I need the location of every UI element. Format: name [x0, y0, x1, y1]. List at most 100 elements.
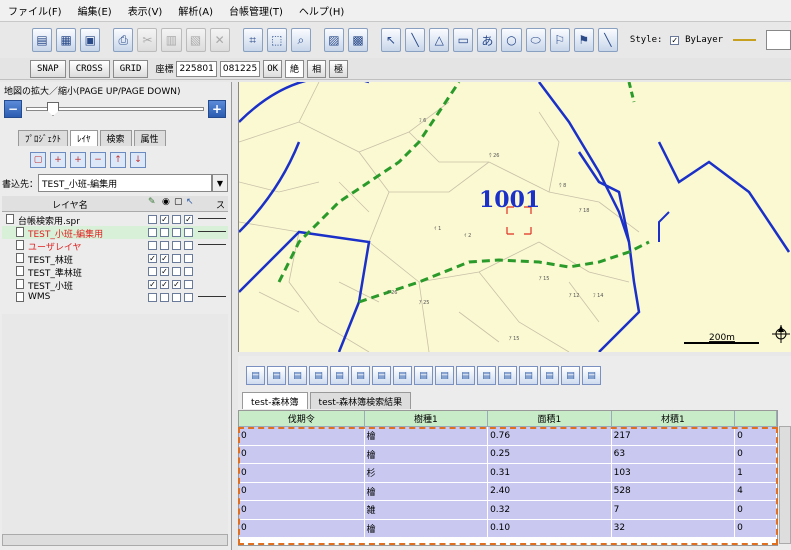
add-record-icon[interactable]: ▤: [414, 366, 433, 385]
export-icon[interactable]: ▤: [372, 366, 391, 385]
layer-checkbox[interactable]: [148, 267, 157, 276]
select-all-icon[interactable]: ▤: [309, 366, 328, 385]
pennant-tool-icon[interactable]: ⚑: [573, 28, 594, 52]
layer-checkbox[interactable]: [172, 254, 181, 263]
leader-tool-icon[interactable]: ╲: [597, 28, 618, 52]
copy-icon[interactable]: ▥: [161, 28, 182, 52]
line-tool-icon[interactable]: ╲: [405, 28, 426, 52]
line-style-preview[interactable]: [733, 39, 757, 41]
layer-checkbox[interactable]: [148, 241, 157, 250]
chevron-down-icon[interactable]: ▼: [212, 174, 228, 192]
map-canvas[interactable]: ﾌ 6 ｳ 26 ｳ 8 ｲ 1 ｲ 2 ｱ 15 ｱ 12 ｱ 26 ｱ 25…: [238, 82, 791, 352]
chart-icon[interactable]: ▤: [351, 366, 370, 385]
layer-checkbox[interactable]: ✓: [148, 254, 157, 263]
layer-checkbox[interactable]: ✓: [172, 280, 181, 289]
polygon-tool-icon[interactable]: △: [429, 28, 450, 52]
col-rotation-age[interactable]: 伐期令: [239, 411, 365, 427]
tab-forest-register[interactable]: test-森林簿: [242, 392, 308, 409]
refresh-icon[interactable]: ▤: [540, 366, 559, 385]
rect-tool-icon[interactable]: ▭: [453, 28, 474, 52]
zoom-extent-icon[interactable]: ⌗: [242, 28, 263, 52]
zoom-window-icon[interactable]: ⬚: [266, 28, 287, 52]
table-icon[interactable]: ▤: [330, 366, 349, 385]
sort-desc-icon[interactable]: ▤: [498, 366, 517, 385]
menu-file[interactable]: ファイル(F): [8, 3, 62, 18]
zoom-out-icon[interactable]: −: [4, 100, 22, 118]
polar-button[interactable]: 極: [329, 59, 349, 78]
zoom-next-icon[interactable]: ▤: [288, 366, 307, 385]
circle-tool-icon[interactable]: ○: [501, 28, 522, 52]
layer-checkbox[interactable]: [160, 241, 169, 250]
relative-button[interactable]: 相: [307, 59, 327, 78]
layer-row[interactable]: ユーザレイヤ: [2, 239, 228, 253]
zoom-to-icon[interactable]: ▤: [246, 366, 265, 385]
col-species[interactable]: 樹種1: [364, 411, 489, 427]
tab-search[interactable]: 検索: [99, 130, 132, 146]
edit-icon[interactable]: ▤: [393, 366, 412, 385]
delete-record-icon[interactable]: ▤: [435, 366, 454, 385]
layer-checkbox[interactable]: [184, 228, 193, 237]
layer-checkbox[interactable]: [172, 293, 181, 302]
layer-checkbox[interactable]: [184, 254, 193, 263]
layer-checkbox[interactable]: [148, 215, 157, 224]
tab-project[interactable]: ﾌﾟﾛｼﾞｪｸﾄ: [18, 130, 69, 146]
layer-checkbox[interactable]: [184, 293, 193, 302]
style-input[interactable]: [766, 30, 791, 50]
open-icon[interactable]: ▤: [32, 28, 53, 52]
layer-row[interactable]: WMS: [2, 291, 228, 304]
layer-checkbox[interactable]: [172, 241, 181, 250]
layer-add-icon[interactable]: +: [50, 152, 66, 168]
ok-button[interactable]: OK: [263, 59, 283, 78]
layer-checkbox[interactable]: [160, 228, 169, 237]
filter-icon[interactable]: ▤: [456, 366, 475, 385]
menu-analysis[interactable]: 解析(A): [178, 3, 213, 18]
layer-checkbox[interactable]: ✓: [160, 215, 169, 224]
layer-down-icon[interactable]: ↓: [130, 152, 146, 168]
layer-remove-icon[interactable]: −: [90, 152, 106, 168]
menu-ledger[interactable]: 台帳管理(T): [229, 3, 283, 18]
layer-checkbox[interactable]: [172, 228, 181, 237]
layer-checkbox[interactable]: ✓: [148, 280, 157, 289]
layer-up-icon[interactable]: ↑: [110, 152, 126, 168]
layer-new-icon[interactable]: ▢: [30, 152, 46, 168]
layer-row[interactable]: TEST_準林班 ✓: [2, 265, 228, 279]
layer-paste-icon[interactable]: ▩: [347, 28, 369, 52]
left-hscrollbar[interactable]: [2, 534, 228, 546]
layer-row[interactable]: 台帳検索用.spr ✓ ✓: [2, 213, 228, 227]
layer-checkbox[interactable]: ✓: [160, 254, 169, 263]
zoom-thumb[interactable]: [47, 102, 59, 116]
text-tool-icon[interactable]: あ: [477, 28, 498, 52]
menu-view[interactable]: 表示(V): [128, 3, 163, 18]
save-as-icon[interactable]: ▦: [56, 28, 77, 52]
cross-button[interactable]: CROSS: [68, 59, 110, 78]
layer-checkbox[interactable]: ✓: [184, 215, 193, 224]
zoom-in-icon[interactable]: +: [208, 100, 226, 118]
col-area[interactable]: 面積1: [488, 411, 612, 427]
print-icon[interactable]: ⎙: [113, 28, 134, 52]
col-volume[interactable]: 材積1: [611, 411, 736, 427]
layer-checkbox[interactable]: [160, 293, 169, 302]
absolute-button[interactable]: 絶: [285, 59, 305, 78]
sort-asc-icon[interactable]: ▤: [477, 366, 496, 385]
tab-search-results[interactable]: test-森林簿検索結果: [309, 392, 412, 409]
table-vscrollbar[interactable]: [779, 426, 791, 544]
settings-icon[interactable]: ▤: [561, 366, 580, 385]
help-icon[interactable]: ▤: [582, 366, 601, 385]
menu-edit[interactable]: 編集(E): [78, 3, 112, 18]
zoom-search-icon[interactable]: ⌕: [290, 28, 311, 52]
layer-checkbox[interactable]: [148, 293, 157, 302]
paste-icon[interactable]: ▧: [185, 28, 206, 52]
layer-row[interactable]: TEST_小班 ✓ ✓ ✓: [2, 278, 228, 292]
layer-checkbox[interactable]: [184, 280, 193, 289]
zoom-track[interactable]: [26, 102, 204, 116]
coord-y-input[interactable]: 081225: [219, 60, 261, 77]
tab-layer[interactable]: ﾚｲﾔ: [70, 130, 98, 146]
layer-checkbox[interactable]: ✓: [160, 280, 169, 289]
delete-icon[interactable]: ✕: [209, 28, 230, 52]
save-icon[interactable]: ▣: [80, 28, 101, 52]
snap-button[interactable]: SNAP: [30, 59, 66, 78]
layer-row[interactable]: TEST_小班-編集用: [2, 226, 228, 240]
find-icon[interactable]: ▤: [519, 366, 538, 385]
select-arrow-icon[interactable]: ↖: [380, 28, 402, 52]
write-target-select[interactable]: TEST_小班-編集用: [38, 174, 212, 192]
